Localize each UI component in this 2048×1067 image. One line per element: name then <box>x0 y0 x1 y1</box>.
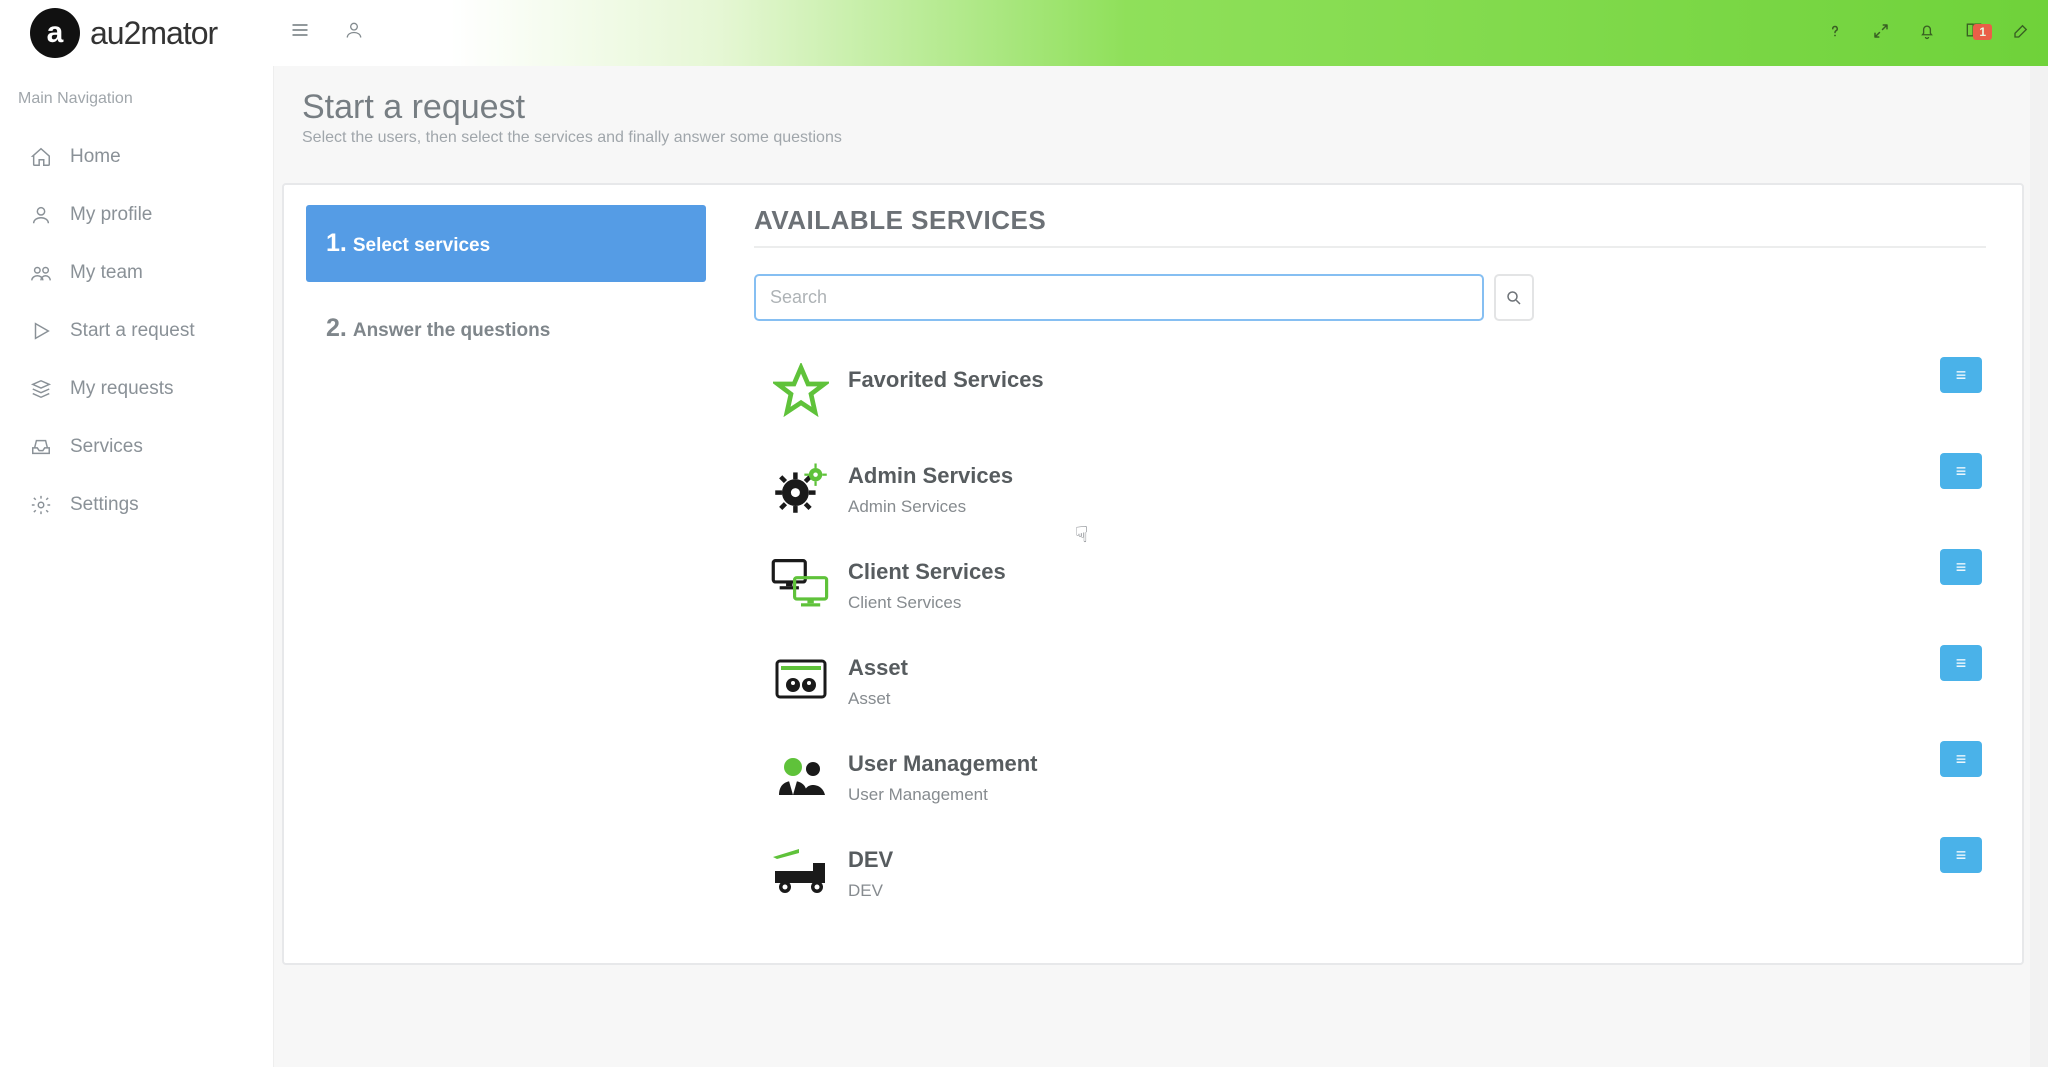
sidebar: Main Navigation Home My profile My team … <box>0 66 274 1067</box>
service-expand-button[interactable]: ≡ <box>1940 837 1982 873</box>
service-expand-button[interactable]: ≡ <box>1940 645 1982 681</box>
team-icon <box>30 262 52 284</box>
align-icon: ≡ <box>1956 845 1967 866</box>
help-icon[interactable] <box>1826 20 1844 46</box>
sidebar-item-label: Settings <box>70 494 139 516</box>
service-title: DEV <box>848 841 893 873</box>
service-row-dev[interactable]: DEV DEV ≡ <box>754 827 1986 923</box>
page-title: Start a request <box>302 88 2032 127</box>
service-expand-button[interactable]: ≡ <box>1940 741 1982 777</box>
brand-logo[interactable]: a au2mator <box>0 8 274 58</box>
sidebar-item-home[interactable]: Home <box>0 128 273 186</box>
notification-badge: 1 <box>1973 24 1992 40</box>
sidebar-item-label: Home <box>70 146 121 168</box>
service-row-favorites[interactable]: Favorited Services ≡ <box>754 347 1986 443</box>
step-number: 2. <box>326 314 347 342</box>
menu-toggle-icon[interactable] <box>290 20 310 46</box>
service-title: User Management <box>848 745 1038 777</box>
service-title: Favorited Services <box>848 361 1044 393</box>
sidebar-item-team[interactable]: My team <box>0 244 273 302</box>
wizard-step-answer-questions[interactable]: 2. Answer the questions <box>306 290 706 367</box>
brand-badge-letter: a <box>47 16 64 50</box>
sidebar-item-profile[interactable]: My profile <box>0 186 273 244</box>
star-icon <box>762 361 840 421</box>
main-content: Start a request Select the users, then s… <box>274 66 2032 1067</box>
service-expand-button[interactable]: ≡ <box>1940 357 1982 393</box>
sidebar-item-label: My requests <box>70 378 173 400</box>
asset-icon <box>762 649 840 709</box>
service-row-admin[interactable]: Admin Services Admin Services ≡ <box>754 443 1986 539</box>
service-title: Client Services <box>848 553 1006 585</box>
step-label: Answer the questions <box>353 320 550 341</box>
monitors-icon <box>762 553 840 613</box>
sidebar-item-label: My profile <box>70 204 152 226</box>
service-desc: Client Services <box>848 585 1006 613</box>
service-expand-button[interactable]: ≡ <box>1940 453 1982 489</box>
inbox-icon <box>30 436 52 458</box>
service-desc: DEV <box>848 873 893 901</box>
home-icon <box>30 146 52 168</box>
stack-icon <box>30 378 52 400</box>
search-button[interactable] <box>1494 274 1534 321</box>
truck-icon <box>762 841 840 901</box>
expand-icon[interactable] <box>1872 20 1890 46</box>
sidebar-item-label: Start a request <box>70 320 195 342</box>
sidebar-heading: Main Navigation <box>0 80 273 128</box>
page-scrollbar[interactable] <box>2030 0 2048 1067</box>
bell-icon[interactable] <box>1918 20 1936 46</box>
wizard-steps: 1. Select services 2. Answer the questions <box>306 205 706 923</box>
service-desc: User Management <box>848 777 1038 805</box>
services-column: AVAILABLE SERVICES Favorited Services ≡ <box>754 205 1996 923</box>
user-outline-icon[interactable] <box>344 20 364 46</box>
user-icon <box>30 204 52 226</box>
align-icon: ≡ <box>1956 557 1967 578</box>
step-label: Select services <box>353 235 490 256</box>
docs-icon[interactable]: 1 <box>1964 20 1984 46</box>
app-header: a au2mator 1 <box>0 0 2048 66</box>
sidebar-item-start-request[interactable]: Start a request <box>0 302 273 360</box>
brand-badge: a <box>30 8 80 58</box>
step-number: 1. <box>326 229 347 257</box>
align-icon: ≡ <box>1956 749 1967 770</box>
sidebar-item-settings[interactable]: Settings <box>0 476 273 534</box>
service-desc: Admin Services <box>848 489 1013 517</box>
people-icon <box>762 745 840 805</box>
align-icon: ≡ <box>1956 365 1967 386</box>
wizard-step-select-services[interactable]: 1. Select services <box>306 205 706 282</box>
service-row-asset[interactable]: Asset Asset ≡ <box>754 635 1986 731</box>
sidebar-item-label: Services <box>70 436 143 458</box>
search-icon <box>1505 289 1523 307</box>
align-icon: ≡ <box>1956 653 1967 674</box>
service-row-client[interactable]: Client Services Client Services ≡ <box>754 539 1986 635</box>
brand-name: au2mator <box>90 15 217 52</box>
search-input[interactable] <box>754 274 1484 321</box>
wizard-card: 1. Select services 2. Answer the questions… <box>282 183 2024 965</box>
gear-icon <box>30 494 52 516</box>
available-services-heading: AVAILABLE SERVICES <box>754 205 1986 248</box>
sidebar-item-my-requests[interactable]: My requests <box>0 360 273 418</box>
sidebar-item-label: My team <box>70 262 143 284</box>
sidebar-item-services[interactable]: Services <box>0 418 273 476</box>
service-title: Admin Services <box>848 457 1013 489</box>
play-icon <box>30 320 52 342</box>
page-subtitle: Select the users, then select the servic… <box>302 129 2032 147</box>
service-row-user-management[interactable]: User Management User Management ≡ <box>754 731 1986 827</box>
edit-icon[interactable] <box>2012 20 2030 46</box>
service-expand-button[interactable]: ≡ <box>1940 549 1982 585</box>
align-icon: ≡ <box>1956 461 1967 482</box>
gears-icon <box>762 457 840 517</box>
service-desc: Asset <box>848 681 908 709</box>
service-title: Asset <box>848 649 908 681</box>
